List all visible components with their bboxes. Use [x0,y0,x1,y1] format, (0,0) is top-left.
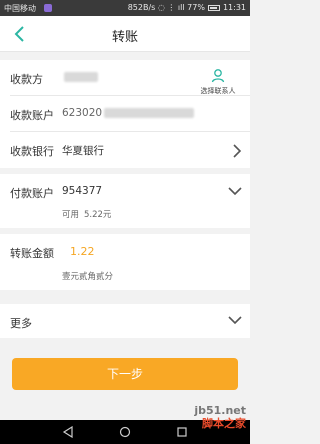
chevron-down-icon [228,316,242,325]
battery-icon [207,4,220,11]
more-section: 更多 [0,304,250,338]
contact-person-icon [211,69,225,83]
payer-account-value: 954377 [62,185,103,197]
clock: 11:31 [222,3,246,12]
payee-name-row[interactable]: 收款方 选择联系人 [10,60,250,96]
amount-row[interactable]: 转账金额 1.22 [10,234,250,270]
payee-name-label: 收款方 [10,73,43,86]
select-contact-label: 选择联系人 [200,87,236,95]
nav-back-icon[interactable] [62,426,74,438]
payer-account-row[interactable]: 付款账户 954377 [10,174,250,210]
payer-section: 付款账户 954377 可用 5.22元 [0,174,250,228]
available-balance: 5.22元 [84,210,112,220]
chevron-down-icon [228,187,242,196]
more-label: 更多 [10,317,32,330]
status-bar: 中国移动 852B/s ◌ ⋮ ıll 77% 11:31 [0,0,250,16]
amount-section: 转账金额 1.22 壹元贰角贰分 [0,234,250,290]
payee-account-value: 623020 [62,107,103,119]
chevron-right-icon [233,144,242,158]
next-step-button[interactable]: 下一步 [12,358,238,390]
more-row[interactable]: 更多 [10,304,250,338]
available-label: 可用 [62,210,80,220]
watermark: jb51.net 脚本之家 [194,404,246,430]
payer-account-label: 付款账户 [10,187,54,200]
amount-label: 转账金额 [10,247,54,260]
payee-account-row[interactable]: 收款账户 623020 [10,96,250,132]
payee-section: 收款方 选择联系人 收款账户 623020 收款银行 华夏银行 [0,60,250,168]
top-bar: 转账 [0,16,250,52]
page-title: 转账 [111,30,138,45]
status-indicators: 852B/s ◌ ⋮ ıll 77% 11:31 [128,3,246,12]
amount-input[interactable]: 1.22 [70,245,95,258]
carrier-name: 中国移动 [4,4,36,13]
app-notification-icon [44,4,52,12]
amount-in-words: 壹元贰角贰分 [62,272,114,282]
status-text: 852B/s ◌ ⋮ ıll 77% [127,3,205,12]
payee-bank-value: 华夏银行 [62,145,104,157]
payee-bank-row[interactable]: 收款银行 华夏银行 [10,132,250,168]
payee-account-masked [104,108,194,118]
watermark-line1: jb51.net [194,404,246,417]
payee-name-masked [64,72,98,82]
payee-account-label: 收款账户 [10,109,54,122]
nav-home-icon[interactable] [119,426,131,438]
select-contact-button[interactable]: 选择联系人 [194,68,242,96]
watermark-line2: 脚本之家 [202,417,246,430]
payee-bank-label: 收款银行 [10,145,54,158]
nav-recents-icon[interactable] [176,426,188,438]
